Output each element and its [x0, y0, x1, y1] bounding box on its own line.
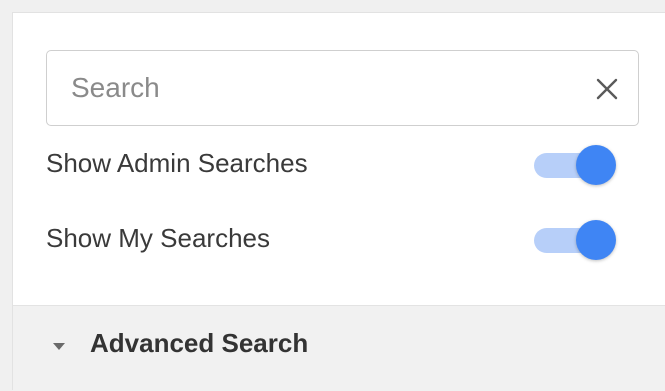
toggle-row-my-searches: Show My Searches: [46, 218, 626, 262]
advanced-search-label: Advanced Search: [90, 328, 309, 358]
search-box: [46, 50, 639, 126]
clear-search-button[interactable]: [590, 72, 624, 106]
show-admin-searches-toggle[interactable]: [534, 145, 616, 185]
search-panel: Show Admin Searches Show My Searches Adv…: [12, 12, 665, 391]
caret-down-icon: [53, 343, 65, 350]
toggle-thumb: [576, 145, 616, 185]
toggle-label-admin-searches: Show Admin Searches: [46, 148, 308, 178]
show-my-searches-toggle[interactable]: [534, 220, 616, 260]
toggle-row-admin-searches: Show Admin Searches: [46, 143, 626, 187]
search-input[interactable]: [71, 69, 571, 107]
advanced-search-header[interactable]: Advanced Search: [13, 305, 665, 391]
close-icon: [596, 78, 618, 100]
toggle-label-my-searches: Show My Searches: [46, 223, 270, 253]
toggle-thumb: [576, 220, 616, 260]
